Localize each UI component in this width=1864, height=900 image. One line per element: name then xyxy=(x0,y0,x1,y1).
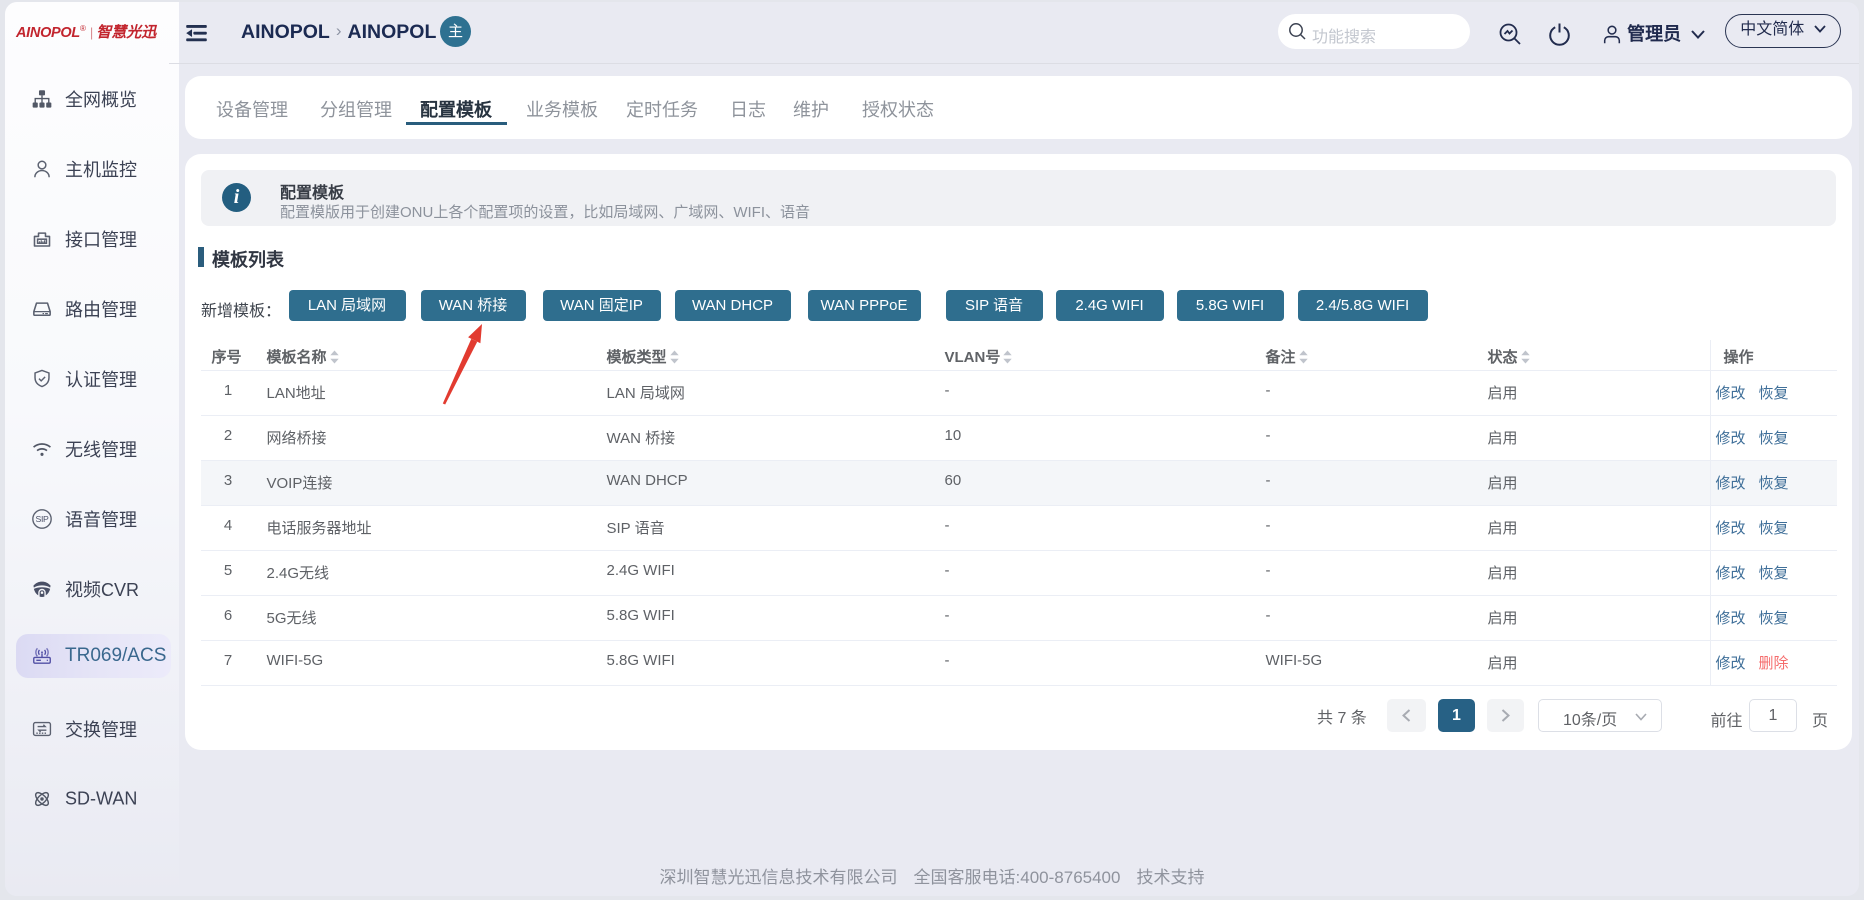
svg-text:SIP: SIP xyxy=(36,514,49,524)
